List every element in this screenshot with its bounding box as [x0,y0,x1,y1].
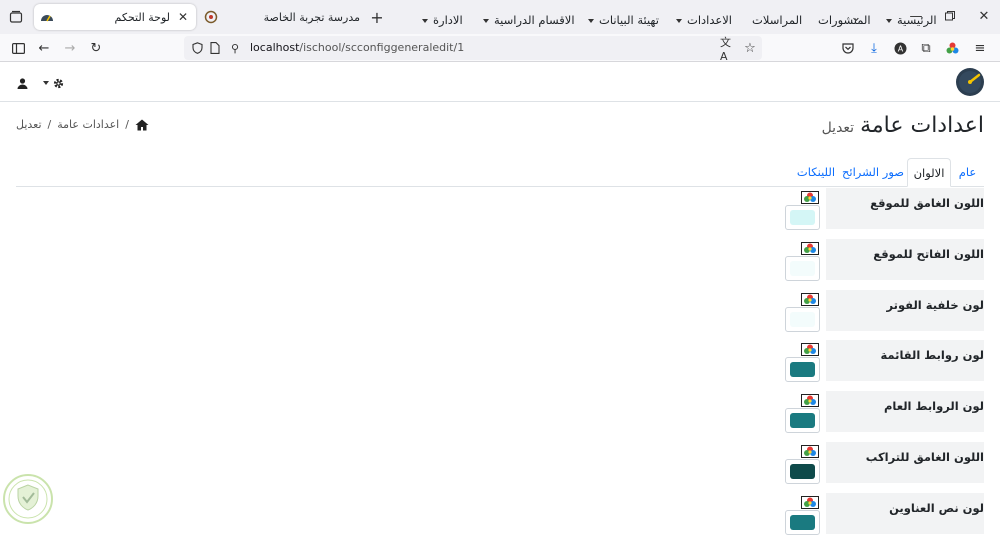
settings-gear-icon[interactable] [40,74,68,92]
menu-icon[interactable]: ≡ [972,40,988,56]
color-swatch [790,413,815,429]
color-setting-label-text: اللون الغامق للموقع [870,196,984,210]
nav-item-messages[interactable]: المراسلات [752,13,802,27]
page-title-sub: تعديل [821,120,855,136]
tab-general[interactable]: عام [951,158,984,186]
url-path: /ischool/scconfiggeneraledit/1 [299,41,465,54]
nav-item-data-setup[interactable]: تهيئة البيانات [588,13,659,27]
browser-tab[interactable]: مدرسة تجربة الخاصة [198,4,360,30]
color-palette-icon[interactable] [801,445,819,458]
color-palette-icon[interactable] [801,241,819,255]
reload-icon[interactable]: ↻ [88,40,104,56]
site-logo-gauge-icon[interactable] [953,66,987,96]
url-bar[interactable]: ⚲ localhost/ischool/scconfiggeneraledit/… [184,36,762,63]
connection-icon[interactable]: ⚲ [228,40,242,56]
color-swatch [790,514,815,530]
color-palette-icon[interactable] [801,292,819,306]
color-setting-label: لون روابط القائمة [826,340,984,382]
color-input[interactable] [785,459,820,484]
color-swatch [790,260,815,276]
nav-item-administration[interactable]: الادارة [422,13,463,27]
chevron-down-icon [422,18,428,23]
url-text: localhost/ischool/scconfiggeneraledit/1 [250,41,464,54]
watermark-shield-icon [3,474,53,524]
breadcrumb-separator: / [47,118,52,131]
nav-item-home[interactable]: الرئيسية [886,13,937,27]
color-input[interactable] [785,306,820,332]
browser-tab-active[interactable]: لوحة التحكم ✕ [34,4,196,30]
page-icon[interactable] [208,40,222,56]
tab-colors[interactable]: الالوان [907,158,951,187]
color-input[interactable] [785,205,820,230]
color-palette-icon[interactable] [801,394,819,408]
dashboard-favicon-icon [41,15,53,22]
bookmark-star-icon[interactable]: ☆ [742,39,758,57]
extensions-icon[interactable]: ⧉ [918,40,934,56]
tab-slider-images[interactable]: صور الشرائح [842,158,904,186]
color-setting-label: لون الروابط العام [826,391,984,433]
user-icon[interactable] [14,75,30,91]
color-palette-icon[interactable] [801,343,819,357]
color-setting-label-text: اللون الفاتح للموقع [873,246,984,261]
color-setting-label: اللون الغامق للموقع [826,188,984,229]
sidebar-icon[interactable] [10,40,26,56]
breadcrumb-item[interactable]: اعدادات عامة [57,118,119,131]
color-setting-label-text: لون نص العناوين [889,500,984,515]
tab-overview-icon[interactable] [8,9,24,25]
color-palette-icon[interactable] [801,191,819,204]
account-icon[interactable]: A [892,40,908,56]
browser-toolbar: ← → ↻ ⚲ localhost/ischool/scconfiggenera… [0,34,1000,63]
page-title-main: اعدادات عامة [860,113,984,138]
color-setting-label: اللون الغامق للتراكب [826,442,984,483]
color-setting-label: اللون الفاتح للموقع [826,238,984,280]
pocket-icon[interactable] [840,40,856,56]
color-setting-label: لون خلفية الفوتر [826,289,985,331]
chevron-down-icon [676,18,682,23]
color-swatch [790,464,815,479]
color-picker-extension-icon[interactable] [944,40,960,56]
close-window-icon[interactable]: ✕ [976,8,992,24]
color-palette-icon[interactable] [801,495,819,509]
color-input[interactable] [785,509,820,535]
breadcrumb-separator: / [125,118,129,131]
color-input[interactable] [785,255,820,281]
nav-item-settings[interactable]: الاعدادات [676,13,732,27]
translate-icon[interactable]: 文A [720,36,736,63]
color-swatch [790,311,815,327]
color-setting-label-text: لون خلفية الفوتر [886,297,985,312]
color-setting-label-text: لون الروابط العام [884,399,984,414]
shield-icon[interactable] [190,40,204,56]
color-input[interactable] [785,408,820,434]
color-swatch [790,210,815,225]
site-navbar [0,62,1000,102]
back-icon[interactable]: ← [36,40,52,56]
downloads-icon[interactable]: ⤓ [866,40,882,56]
svg-text:A: A [897,44,903,53]
school-favicon-icon [204,10,218,24]
tab-links[interactable]: اللينكات [790,158,842,186]
nav-item-posts[interactable]: المنشورات [818,13,871,27]
chevron-down-icon [886,18,892,23]
chevron-down-icon [588,18,594,23]
forward-icon[interactable]: → [62,40,78,56]
new-tab-icon[interactable]: + [368,8,386,27]
breadcrumb: تعديل / اعدادات عامة / [16,118,149,131]
nav-item-departments[interactable]: الاقسام الدراسية [483,13,575,27]
chevron-down-icon [483,18,489,23]
breadcrumb-current: تعديل [16,118,42,131]
maximize-icon[interactable] [942,8,958,24]
tabs-divider [16,186,984,187]
color-setting-label-text: لون روابط القائمة [880,348,984,363]
color-input[interactable] [785,357,820,383]
page-title: اعدادات عامة تعديل [822,113,984,138]
home-icon[interactable] [135,119,149,131]
url-host: localhost [250,41,300,54]
tab-title: مدرسة تجربة الخاصة [263,10,360,24]
color-swatch [790,362,815,378]
close-tab-icon[interactable]: ✕ [178,10,188,24]
tab-title: لوحة التحكم [114,10,170,24]
color-setting-label: لون نص العناوين [826,492,984,534]
color-setting-label-text: اللون الغامق للتراكب [865,450,984,464]
